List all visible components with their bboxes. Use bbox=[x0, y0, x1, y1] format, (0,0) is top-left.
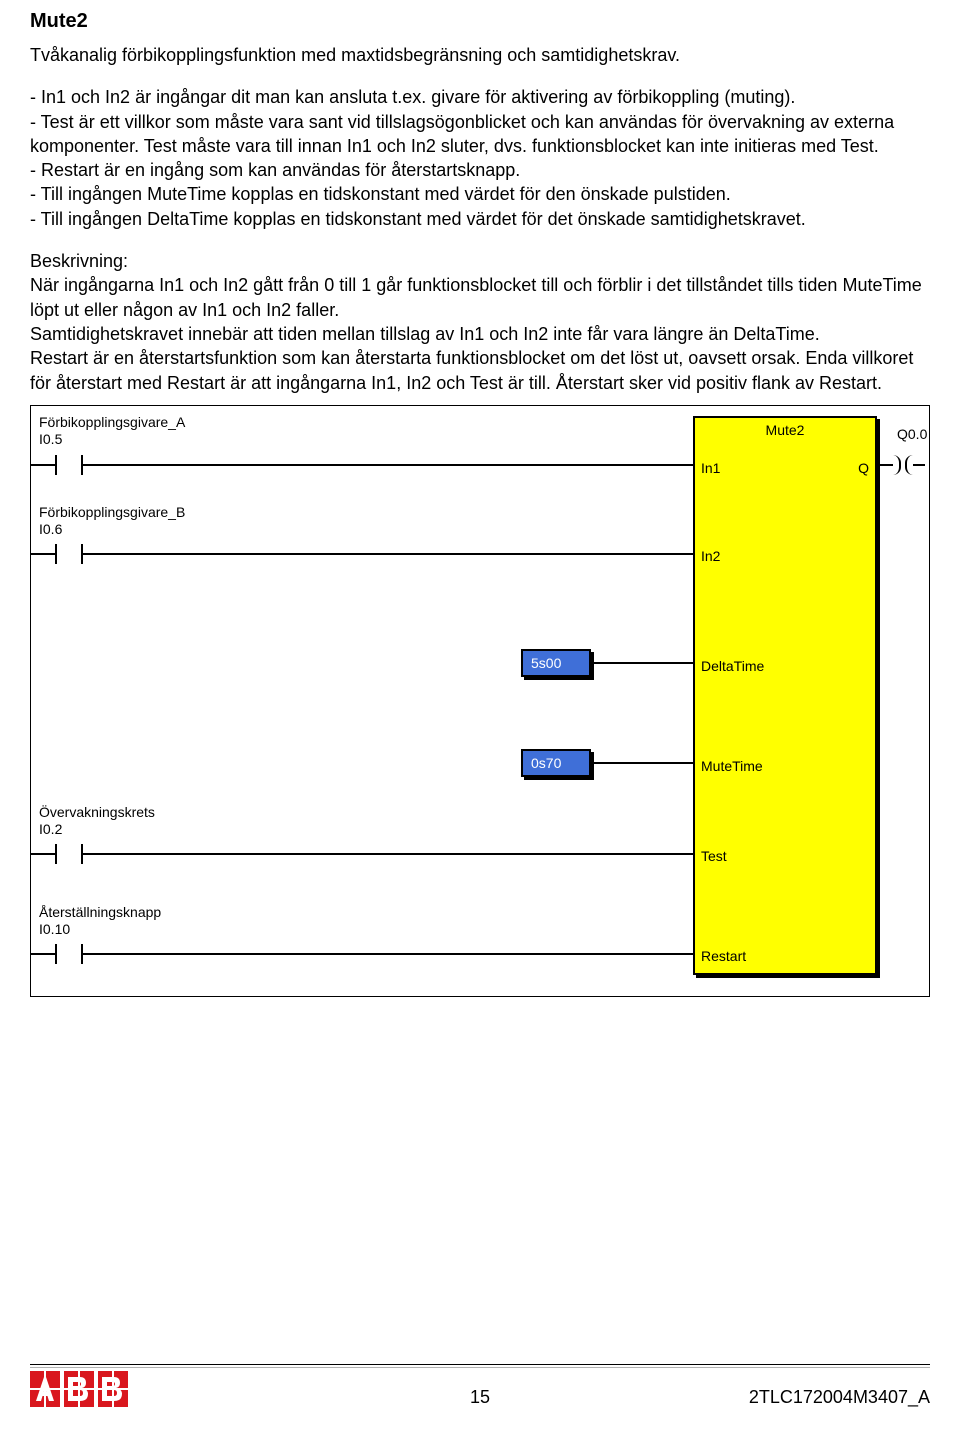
output-coil bbox=[893, 455, 913, 475]
description-block: Beskrivning: När ingångarna In1 och In2 … bbox=[30, 249, 930, 395]
bullet-item: - Till ingången MuteTime kopplas en tids… bbox=[30, 182, 930, 206]
output-address: Q0.0 bbox=[897, 426, 927, 442]
input-label: Förbikopplingsgivare_A I0.5 bbox=[39, 414, 185, 448]
function-block-mute2: Mute2 In1 Q In2 DeltaTime MuteTime Test … bbox=[693, 416, 877, 975]
wire bbox=[913, 464, 925, 466]
ladder-contact bbox=[31, 544, 111, 564]
bullet-item: - In1 och In2 är ingångar dit man kan an… bbox=[30, 85, 930, 109]
intro-text: Tvåkanalig förbikopplingsfunktion med ma… bbox=[30, 43, 930, 67]
constant-box-mutetime: 0s70 bbox=[521, 749, 591, 777]
input-name: Återställningsknapp bbox=[39, 904, 161, 920]
bullet-item: - Test är ett villkor som måste vara san… bbox=[30, 110, 930, 159]
wire bbox=[111, 853, 693, 855]
bullet-list: - In1 och In2 är ingångar dit man kan an… bbox=[30, 85, 930, 231]
page-title: Mute2 bbox=[30, 10, 930, 33]
description-label: Beskrivning: bbox=[30, 251, 128, 271]
bullet-item: - Restart är en ingång som kan användas … bbox=[30, 158, 930, 182]
input-name: Förbikopplingsgivare_B bbox=[39, 504, 185, 520]
pin-mutetime: MuteTime bbox=[701, 758, 763, 774]
ladder-contact bbox=[31, 944, 111, 964]
ladder-diagram: Mute2 In1 Q In2 DeltaTime MuteTime Test … bbox=[30, 405, 930, 997]
input-label: Återställningsknapp I0.10 bbox=[39, 904, 161, 938]
description-line: När ingångarna In1 och In2 gått från 0 t… bbox=[30, 275, 922, 319]
document-id: 2TLC172004M3407_A bbox=[749, 1387, 930, 1408]
pin-restart: Restart bbox=[701, 948, 746, 964]
footer-rule-shadow bbox=[30, 1367, 930, 1368]
description-line: Restart är en återstartsfunktion som kan… bbox=[30, 348, 913, 392]
input-label: Övervakningskrets I0.2 bbox=[39, 804, 155, 838]
input-name: Övervakningskrets bbox=[39, 804, 155, 820]
pin-q: Q bbox=[858, 460, 869, 476]
input-label: Förbikopplingsgivare_B I0.6 bbox=[39, 504, 185, 538]
ladder-contact bbox=[31, 455, 111, 475]
pin-in2: In2 bbox=[701, 548, 720, 564]
input-name: Förbikopplingsgivare_A bbox=[39, 414, 185, 430]
description-line: Samtidighetskravet innebär att tiden mel… bbox=[30, 324, 820, 344]
ladder-contact bbox=[31, 844, 111, 864]
pin-in1: In1 bbox=[701, 460, 720, 476]
function-block-title: Mute2 bbox=[695, 422, 875, 438]
footer-rule bbox=[30, 1364, 930, 1366]
input-address: I0.6 bbox=[39, 521, 62, 537]
input-address: I0.2 bbox=[39, 821, 62, 837]
input-address: I0.5 bbox=[39, 431, 62, 447]
wire bbox=[593, 662, 693, 664]
constant-box-deltatime: 5s00 bbox=[521, 649, 591, 677]
wire bbox=[111, 553, 693, 555]
input-address: I0.10 bbox=[39, 921, 70, 937]
wire bbox=[111, 464, 693, 466]
wire bbox=[593, 762, 693, 764]
pin-test: Test bbox=[701, 848, 727, 864]
pin-deltatime: DeltaTime bbox=[701, 658, 764, 674]
bullet-item: - Till ingången DeltaTime kopplas en tid… bbox=[30, 207, 930, 231]
wire bbox=[875, 464, 893, 466]
wire bbox=[111, 953, 693, 955]
